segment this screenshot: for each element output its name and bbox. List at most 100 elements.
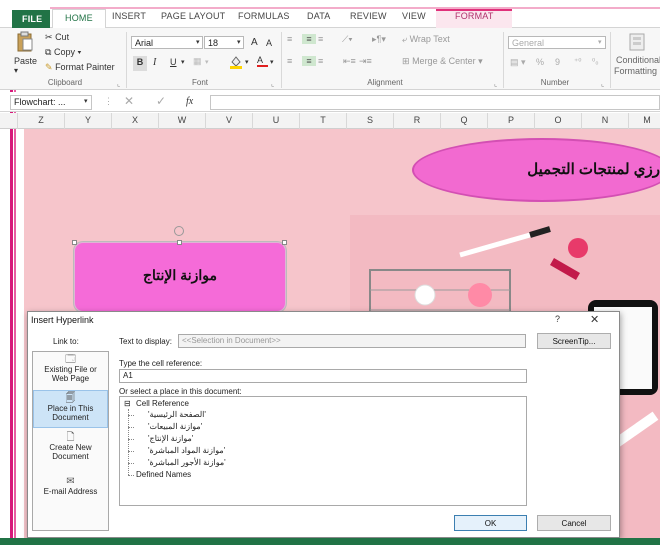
fill-color-dropdown-icon[interactable]: ▾	[245, 58, 249, 66]
column-header[interactable]: M	[624, 115, 660, 125]
insert-function-button[interactable]: fx	[186, 96, 193, 107]
tree-node-sheet[interactable]: 'موازنة المواد المباشرة'	[148, 446, 225, 455]
column-header[interactable]: S	[347, 115, 393, 125]
column-header[interactable]: U	[253, 115, 299, 125]
shrink-font-button[interactable]: A	[266, 38, 272, 48]
copy-button[interactable]: ⧉ Copy ▾	[45, 47, 81, 58]
tab-data[interactable]: DATA	[307, 11, 330, 28]
column-header[interactable]: V	[206, 115, 252, 125]
paste-dropdown-icon[interactable]: ▾	[14, 66, 18, 75]
italic-button[interactable]: I	[153, 57, 156, 68]
tab-formulas[interactable]: FORMULAS	[238, 11, 290, 28]
column-header[interactable]: Q	[441, 115, 487, 125]
wrap-text-button[interactable]: ⤶ Wrap Text	[402, 34, 450, 45]
column-header[interactable]: O	[535, 115, 581, 125]
column-header[interactable]: P	[488, 115, 534, 125]
alignment-launcher-icon[interactable]: ⌞	[494, 80, 497, 88]
bold-button[interactable]: B	[133, 56, 147, 71]
underline-dropdown-icon[interactable]: ▾	[181, 58, 185, 66]
font-family-select[interactable]: Arial	[131, 36, 203, 49]
tab-review[interactable]: REVIEW	[350, 11, 387, 28]
link-to-existing-file[interactable]: 🗔 Existing File or Web Page	[33, 355, 108, 387]
decrease-decimal-icon[interactable]: ⁰₀	[592, 57, 599, 66]
column-header[interactable]: Y	[65, 115, 111, 125]
currency-icon[interactable]: ▤ ▾	[510, 57, 526, 68]
cell-reference-input[interactable]: A1	[119, 369, 527, 383]
align-left-icon[interactable]: ≡	[287, 56, 292, 66]
align-center-icon[interactable]: ≡	[302, 56, 316, 66]
text-direction-icon[interactable]: ▸¶▾	[372, 34, 386, 45]
cut-button[interactable]: ✂ Cut	[45, 32, 69, 43]
align-bottom-icon[interactable]: ≡	[318, 34, 323, 44]
borders-dropdown-icon[interactable]: ▾	[205, 58, 209, 66]
cancel-button[interactable]: Cancel	[537, 515, 611, 531]
tree-collapse-icon[interactable]: ⊟	[124, 399, 131, 408]
font-launcher-icon[interactable]: ⌞	[271, 80, 274, 88]
scissors-icon: ✂	[45, 32, 53, 42]
tab-format[interactable]: FORMAT	[455, 11, 494, 28]
font-family-dropdown-icon[interactable]: ▾	[196, 38, 200, 46]
close-button[interactable]: ✕	[590, 313, 599, 326]
grow-font-button[interactable]: A	[251, 37, 258, 48]
borders-icon[interactable]: ▦	[193, 56, 202, 67]
help-button[interactable]: ?	[555, 314, 560, 324]
increase-decimal-icon[interactable]: ⁺⁰	[574, 57, 581, 66]
comma-button[interactable]: 9	[555, 57, 560, 67]
font-size-dropdown-icon[interactable]: ▾	[237, 38, 241, 46]
name-box-dropdown-icon[interactable]: ▾	[84, 97, 88, 105]
conditional-formatting-icon[interactable]	[628, 32, 648, 52]
column-header[interactable]: Z	[18, 115, 64, 125]
underline-button[interactable]: U	[170, 57, 177, 67]
rotation-handle[interactable]	[174, 226, 184, 236]
tab-file[interactable]: FILE	[12, 10, 50, 28]
formula-input[interactable]	[210, 95, 660, 110]
increase-indent-icon[interactable]: ⇥≡	[359, 56, 372, 67]
decrease-indent-icon[interactable]: ⇤≡	[343, 56, 356, 67]
confirm-entry-icon[interactable]: ✓	[156, 94, 166, 108]
column-header[interactable]: R	[394, 115, 440, 125]
align-middle-icon[interactable]: ≡	[302, 34, 316, 44]
column-header[interactable]: W	[159, 115, 205, 125]
tree-node-sheet[interactable]: 'موازنة الأجور المباشرة'	[148, 458, 226, 467]
format-painter-button[interactable]: ✎ Format Painter	[45, 62, 115, 73]
selection-handle[interactable]	[177, 240, 182, 245]
tree-node-cell-reference[interactable]: Cell Reference	[136, 399, 189, 408]
clipboard-launcher-icon[interactable]: ⌞	[117, 80, 120, 88]
number-format-select[interactable]: General	[508, 36, 606, 49]
paste-icon[interactable]	[16, 31, 34, 53]
conditional-formatting-label-1[interactable]: Conditional	[616, 55, 660, 65]
tree-node-defined-names[interactable]: Defined Names	[136, 470, 191, 479]
conditional-formatting-label-2[interactable]: Formatting	[614, 66, 657, 76]
paste-button[interactable]: Paste	[14, 56, 37, 66]
tab-home[interactable]: HOME	[52, 9, 106, 29]
name-box[interactable]: Flowchart: ...	[10, 95, 92, 110]
percent-button[interactable]: %	[536, 57, 544, 67]
screentip-button[interactable]: ScreenTip...	[537, 333, 611, 349]
link-to-create-new-document[interactable]: 🗋 Create New Document	[33, 433, 108, 465]
fill-color-icon[interactable]	[229, 55, 243, 71]
column-header[interactable]: N	[582, 115, 628, 125]
font-color-icon[interactable]: A	[257, 55, 268, 67]
link-to-place-in-document[interactable]: 🗐 Place in This Document	[33, 390, 108, 428]
tab-insert[interactable]: INSERT	[112, 11, 146, 28]
number-launcher-icon[interactable]: ⌞	[601, 80, 604, 88]
text-to-display-input[interactable]: <<Selection in Document>>	[178, 334, 526, 348]
number-format-dropdown-icon[interactable]: ▾	[598, 38, 602, 46]
selection-handle[interactable]	[72, 240, 77, 245]
tree-node-sheet[interactable]: 'موازنة الإنتاج'	[148, 434, 193, 443]
font-color-dropdown-icon[interactable]: ▾	[270, 58, 274, 66]
tree-node-sheet[interactable]: 'الصفحة الرئيسية'	[148, 410, 206, 419]
cancel-entry-icon[interactable]: ✕	[124, 94, 134, 108]
tree-node-sheet[interactable]: 'موازنة المبيعات'	[148, 422, 202, 431]
tab-view[interactable]: VIEW	[402, 11, 426, 28]
align-top-icon[interactable]: ≡	[287, 34, 292, 44]
selection-handle[interactable]	[282, 240, 287, 245]
orientation-icon[interactable]: ⟋▾	[342, 34, 353, 45]
tab-page-layout[interactable]: PAGE LAYOUT	[161, 11, 225, 28]
ok-button[interactable]: OK	[454, 515, 527, 531]
column-header[interactable]: T	[300, 115, 346, 125]
align-right-icon[interactable]: ≡	[318, 56, 323, 66]
merge-center-button[interactable]: ⊞ Merge & Center ▾	[402, 56, 483, 67]
column-header[interactable]: X	[112, 115, 158, 125]
link-to-email-address[interactable]: ✉ E-mail Address	[33, 477, 108, 501]
